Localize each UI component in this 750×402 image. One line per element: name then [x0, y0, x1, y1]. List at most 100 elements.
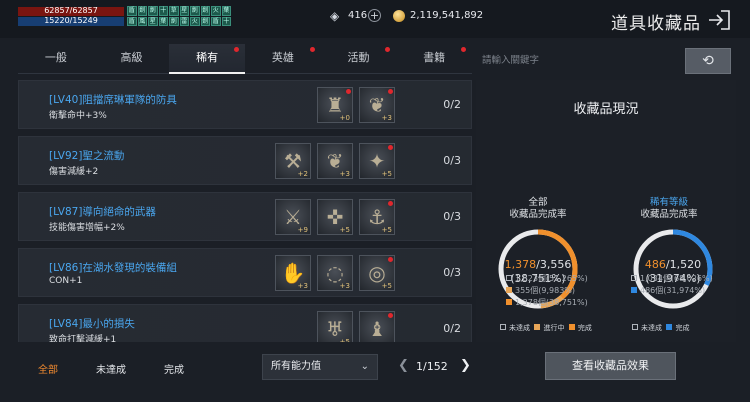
key-label: 完成	[675, 324, 690, 332]
refresh-button[interactable]: ⟲	[685, 48, 731, 74]
overall-key: 未達成 進行中 完成	[500, 323, 592, 333]
item-slot[interactable]: ♝	[359, 311, 395, 342]
collection-row[interactable]: [LV87]導向絕命的武器 技能傷害增幅+2% ⚔ +9 ✜ +5 ⚓ +5 0/3	[18, 192, 472, 241]
buff-icons: 盾劍劍十草星劍劍火葉盾風星葉劍雷火劍盾十	[127, 6, 233, 26]
key-label: 未達成	[641, 324, 662, 332]
collection-list[interactable]: [LV40]阻擋席琳軍隊的防具 衛擊命中+3% ♜ +0 ❦ +3 0/2 [LV92]聖之流…	[18, 80, 472, 342]
item-enhance-level: +9	[297, 226, 308, 234]
tab-label: 書籍	[423, 51, 446, 64]
item-enhance-level: +5	[339, 226, 350, 234]
item-slot[interactable]: ◌ +3	[317, 255, 353, 291]
buff-icon: 十	[158, 6, 168, 16]
item-enhance-level: +5	[381, 282, 392, 290]
tab-hero[interactable]: 英雄	[245, 44, 321, 73]
collection-progress: 0/3	[443, 210, 461, 223]
tab-advanced[interactable]: 高級	[94, 44, 170, 73]
buff-icon: 火	[190, 16, 200, 26]
collection-name: [LV86]在湖水發現的裝備組	[49, 262, 177, 274]
item-slot[interactable]: ◎ +5	[359, 255, 395, 291]
buff-icon: 盾	[127, 16, 137, 26]
rare-legend-incomplete: 1,034個(68,026%)	[631, 273, 713, 285]
collection-row[interactable]: [LV84]最小的損失 致命打擊減緩+1 ♅ +5 ♝ 0/2	[18, 304, 472, 342]
diamond-icon: ◈	[330, 9, 340, 23]
item-slot[interactable]: ✋ +3	[275, 255, 311, 291]
item-slot[interactable]: ♅ +5	[317, 311, 353, 342]
buff-icon: 盾	[211, 16, 221, 26]
gem-count: 416	[348, 10, 368, 21]
exit-icon[interactable]	[707, 9, 731, 31]
search-input[interactable]: 請輸入關鍵字	[476, 50, 682, 72]
item-slot[interactable]: ❦ +3	[317, 143, 353, 179]
collection-row[interactable]: [LV86]在湖水發現的裝備組 CON+1 ✋ +3 ◌ +3 ◎ +5 0/3	[18, 248, 472, 297]
stat-filter-value: 所有能力值	[271, 361, 321, 372]
mp-value: 15220/15249	[44, 16, 98, 25]
overall-done: 1,378	[504, 258, 537, 271]
buff-icon: 劍	[148, 6, 158, 16]
tab-event[interactable]: 活動	[321, 44, 397, 73]
next-page-button[interactable]: ❯	[460, 358, 471, 373]
collection-row[interactable]: [LV92]聖之流動 傷害減緩+2 ⚒ +2 ❦ +3 ✦ +5 0/3	[18, 136, 472, 185]
previous-page-button[interactable]: ❮	[398, 358, 409, 373]
item-slot[interactable]: ♜ +0	[317, 87, 353, 123]
item-slot[interactable]: ✜ +5	[317, 199, 353, 235]
tab-rare[interactable]: 稀有	[169, 44, 246, 74]
collection-effect: 傷害減緩+2	[49, 167, 99, 177]
collection-name: [LV40]阻擋席琳軍隊的防具	[49, 94, 177, 106]
item-slot[interactable]: ✦ +5	[359, 143, 395, 179]
item-enhance-level: +3	[297, 282, 308, 290]
legend-swatch	[506, 275, 512, 281]
tab-books[interactable]: 書籍	[396, 44, 472, 73]
collection-effect: CON+1	[49, 276, 83, 286]
tab-general[interactable]: 一般	[18, 44, 94, 73]
item-enhance-level: +0	[339, 114, 350, 122]
collection-progress: 0/3	[443, 154, 461, 167]
item-enhance-level: +3	[381, 114, 392, 122]
gold-count: 2,119,541,892	[410, 10, 484, 21]
key-label: 完成	[577, 324, 592, 332]
key-label: 未達成	[509, 324, 530, 332]
notification-dot	[388, 145, 393, 150]
tab-label: 一般	[44, 51, 67, 64]
rare-rate-label: 稀有等級 收藏品完成率	[624, 197, 714, 221]
notification-dot	[234, 47, 240, 52]
tab-label: 活動	[347, 51, 370, 64]
buff-icon: 草	[169, 6, 179, 16]
legend-swatch	[631, 275, 637, 281]
tab-label: 英雄	[271, 51, 294, 64]
legend-swatch	[631, 287, 637, 293]
status-title: 收藏品現況	[573, 102, 639, 117]
legend-swatch	[506, 299, 512, 305]
item-slot[interactable]: ⚒ +2	[275, 143, 311, 179]
buff-icon: 劍	[190, 6, 200, 16]
item-enhance-level: +3	[339, 170, 350, 178]
item-enhance-level: +5	[339, 338, 350, 342]
legend-text: 1,378個(38,751%)	[515, 298, 588, 307]
stat-filter-dropdown[interactable]: 所有能力值 ⌄	[262, 354, 378, 380]
rare-total: 1,520	[669, 258, 702, 271]
item-enhance-level: +2	[297, 170, 308, 178]
rare-done: 486	[644, 258, 666, 271]
item-slot[interactable]: ❦ +3	[359, 87, 395, 123]
filter-all[interactable]: 全部	[38, 361, 58, 376]
key-label: 進行中	[543, 324, 565, 332]
rare-legend-complete: 486個(31,974%)	[631, 285, 705, 297]
overall-label-1: 全部	[528, 197, 548, 208]
mp-bar: 15220/15249	[18, 16, 124, 26]
item-slot[interactable]: ⚔ +9	[275, 199, 311, 235]
tab-label: 高級	[120, 51, 143, 64]
collection-effect: 衛擊命中+3%	[49, 111, 107, 121]
overall-legend-incomplete: 1,823個(51,265%)	[506, 273, 588, 285]
buff-icon: 火	[211, 6, 221, 16]
collection-progress: 0/2	[443, 322, 461, 335]
add-gems-button[interactable]: +	[368, 9, 381, 22]
buff-icon: 葉	[221, 6, 231, 16]
filter-complete[interactable]: 完成	[164, 361, 184, 376]
view-effects-button[interactable]: 查看收藏品效果	[545, 352, 676, 380]
chevron-down-icon: ⌄	[360, 361, 369, 372]
filter-incomplete[interactable]: 未達成	[96, 361, 126, 376]
collection-row[interactable]: [LV40]阻擋席琳軍隊的防具 衛擊命中+3% ♜ +0 ❦ +3 0/2	[18, 80, 472, 129]
notification-dot	[309, 47, 315, 52]
buff-icon: 十	[221, 16, 231, 26]
item-slot[interactable]: ⚓ +5	[359, 199, 395, 235]
buff-icon: 劍	[137, 6, 147, 16]
